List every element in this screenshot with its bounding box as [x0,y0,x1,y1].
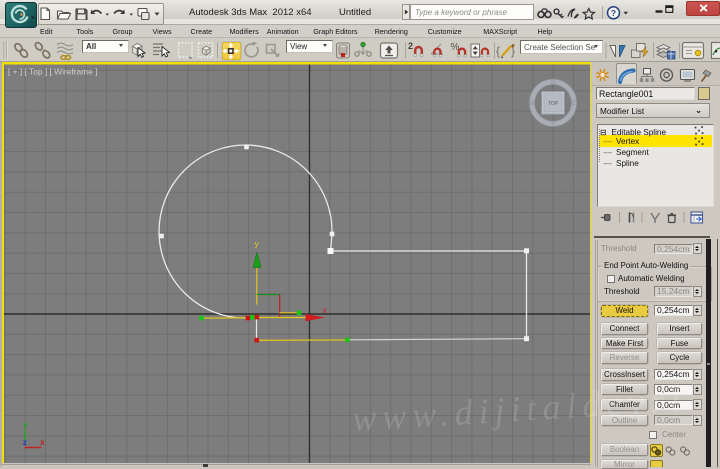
svg-text:[ + ] [ Top ] [ Wireframe ]: [ + ] [ Top ] [ Wireframe ] [8,66,97,76]
svg-text:E: E [571,101,575,107]
svg-text:z: z [22,437,26,447]
svg-text:y: y [23,419,28,429]
svg-text:TOP: TOP [547,100,558,106]
svg-text:W: W [529,101,535,107]
svg-text:N: N [550,80,554,86]
svg-text:x: x [40,437,45,447]
svg-text:S: S [550,120,554,126]
